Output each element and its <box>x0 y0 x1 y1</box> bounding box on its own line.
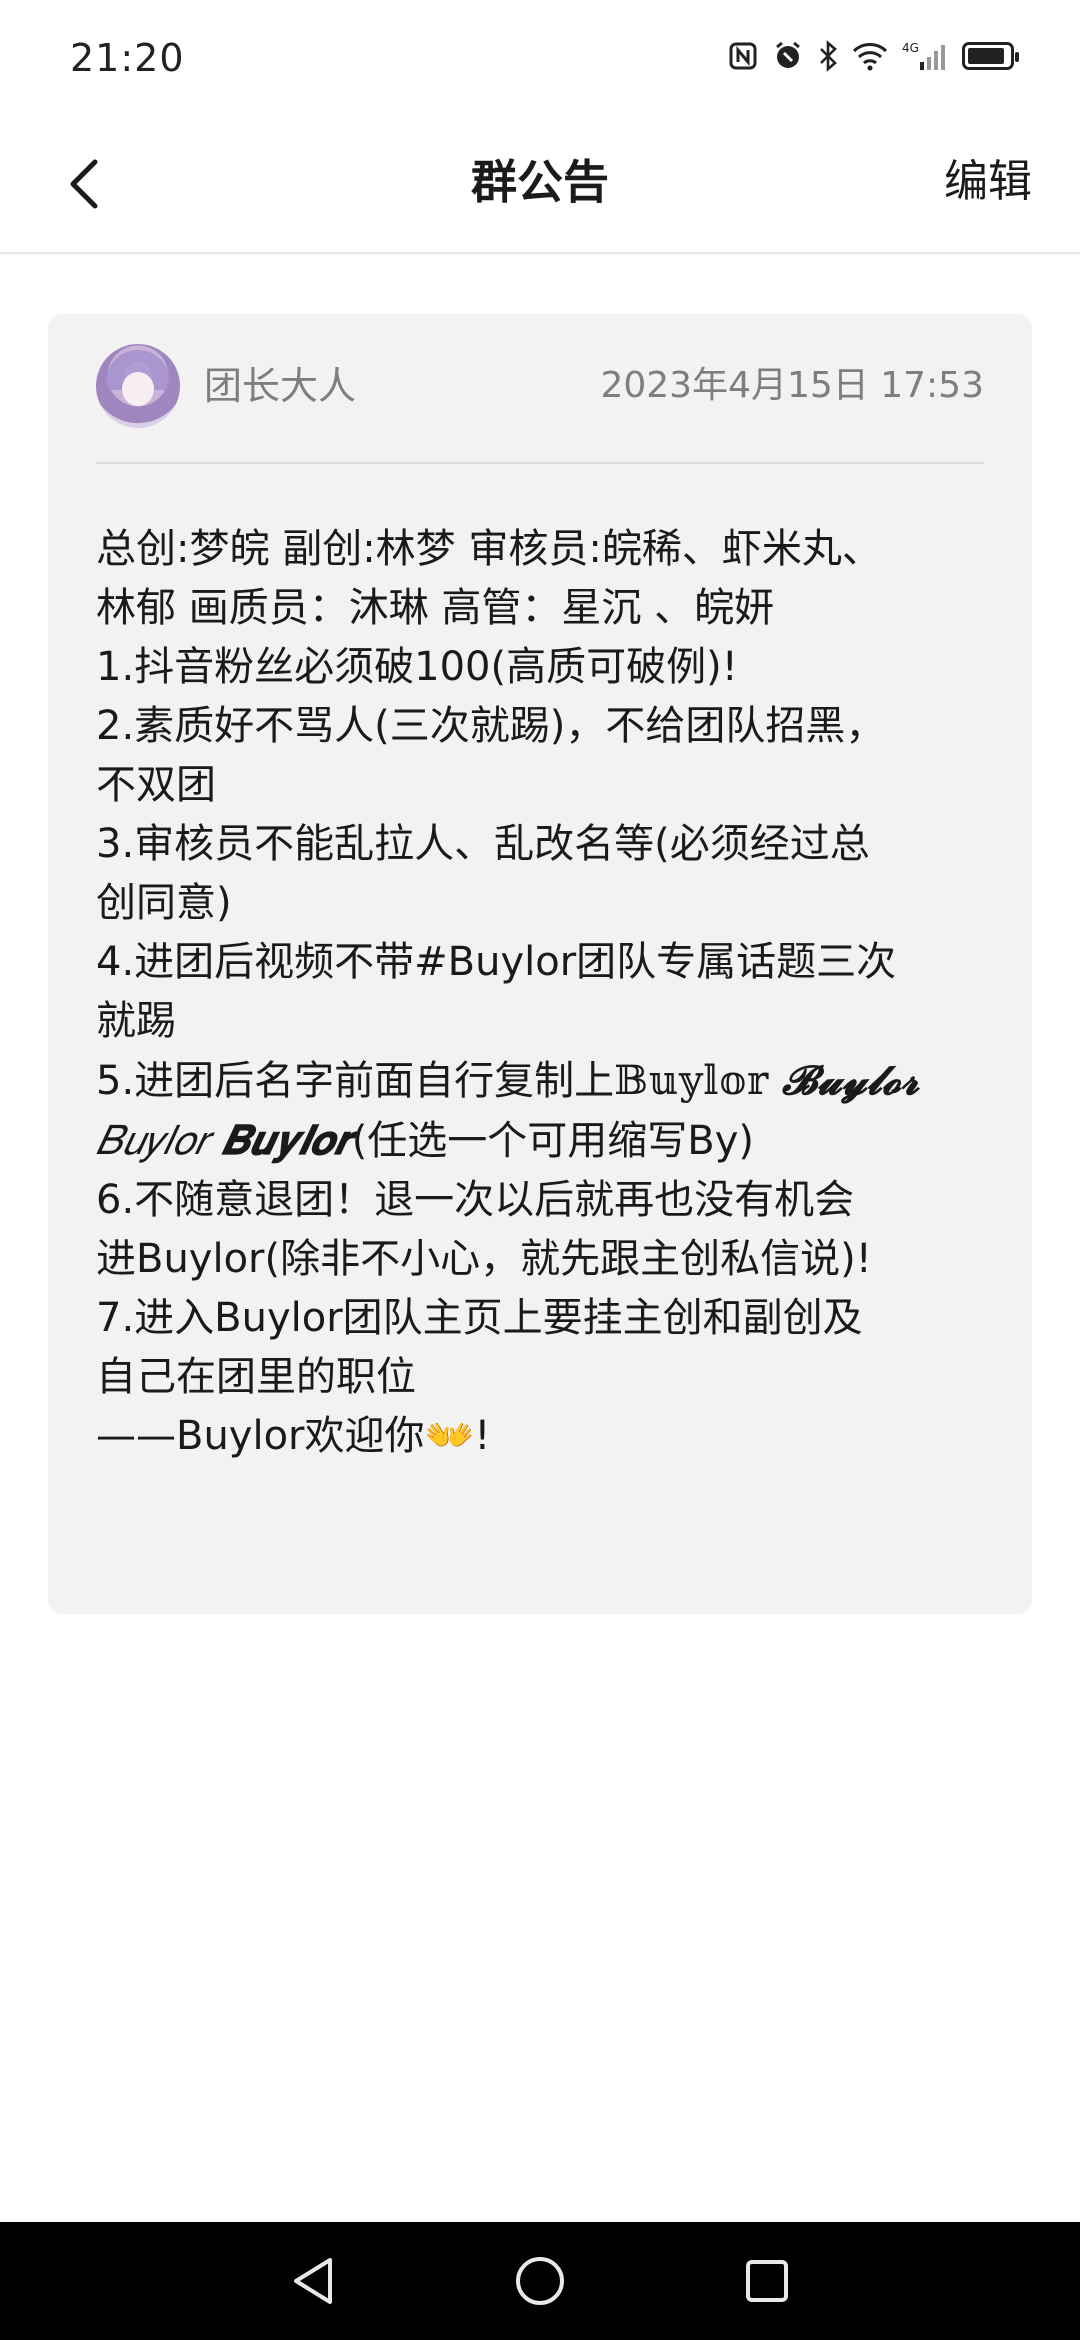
fancy-name-2: 𝓑𝓾𝔂𝓵𝓸𝓻 <box>781 1058 919 1103</box>
author-name: 团长大人 <box>204 364 357 408</box>
fancy-name-4: 𝑩𝒖𝒚𝒍𝒐𝒓 <box>221 1118 352 1163</box>
cellular-4g-icon: 4G <box>902 40 948 72</box>
network-type-label: 4G <box>902 41 919 55</box>
rule-5-suffix: (任选一个可用缩写By) <box>351 1118 755 1164</box>
post-timestamp: 2023年4月15日 17:53 <box>600 365 984 406</box>
bluetooth-icon <box>818 40 838 72</box>
square-recents-icon <box>745 2260 788 2302</box>
announcement-line: 2.素质好不骂人(三次就踢)，不给团队招黑， <box>96 703 886 749</box>
fancy-name-3: 𝐵𝑢𝑦𝑙𝑜𝑟 <box>96 1118 209 1163</box>
announcement-line-5a: 5.进团后名字前面自行复制上𝔹𝕦𝕪𝕝𝕠𝕣 𝓑𝓾𝔂𝓵𝓸𝓻 <box>96 1051 996 1111</box>
closing-suffix: ! <box>474 1413 491 1459</box>
announcement-line: 1.抖音粉丝必须破100(高质可破例)! <box>96 644 738 690</box>
nfc-icon <box>728 41 758 71</box>
announcement-line: 林郁 画质员：沐琳 高管：星沉 、皖妍 <box>96 585 775 631</box>
announcement-line: 7.进入Buylor团队主页上要挂主创和副创及 <box>96 1295 863 1341</box>
alarm-icon <box>772 40 804 72</box>
screen: 21:20 4G 群公告 编辑 团长大人 2023年4月15日 17:53 总创… <box>0 0 1080 2340</box>
announcement-line: 就踢 <box>96 998 176 1044</box>
rule-5-prefix: 5.进团后名字前面自行复制上 <box>96 1058 615 1104</box>
announcement-line: 6.不随意退团！退一次以后就再也没有机会 <box>96 1177 855 1223</box>
battery-icon <box>962 42 1019 70</box>
status-bar: 21:20 4G <box>0 0 1080 120</box>
announcement-line: 进Buylor(除非不小心，就先跟主创私信说)! <box>96 1236 872 1282</box>
author-row: 团长大人 2023年4月15日 17:53 <box>96 344 984 464</box>
circle-home-icon <box>515 2257 564 2305</box>
announcement-line-5b: 𝐵𝑢𝑦𝑙𝑜𝑟 𝑩𝒖𝒚𝒍𝒐𝒓(任选一个可用缩写By) <box>96 1111 996 1171</box>
announcement-line: 3.审核员不能乱拉人、乱改名等(必须经过总 <box>96 821 870 867</box>
system-nav-bar <box>0 2222 1080 2340</box>
announcement-line: 创同意) <box>96 880 232 926</box>
announcement-text: 总创:梦皖 副创:林梦 审核员:皖稀、虾米丸、 林郁 画质员：沐琳 高管：星沉 … <box>96 520 996 1466</box>
closing-text: ——Buylor欢迎你 <box>96 1413 425 1459</box>
wifi-icon <box>852 41 888 71</box>
edit-button[interactable]: 编辑 <box>944 134 1032 230</box>
announcement-line: 总创:梦皖 副创:林梦 审核员:皖稀、虾米丸、 <box>96 526 882 572</box>
title-bar: 群公告 编辑 <box>0 120 1080 254</box>
announcement-line: 自己在团里的职位 <box>96 1354 416 1400</box>
page-title: 群公告 <box>471 155 609 209</box>
nav-recents-button[interactable] <box>727 2241 807 2321</box>
announcement-line: 4.进团后视频不带#Buylor团队专属话题三次 <box>96 939 897 985</box>
status-time: 21:20 <box>70 36 185 80</box>
fancy-name-1: 𝔹𝕦𝕪𝕝𝕠𝕣 <box>614 1058 770 1104</box>
closing-line: ——Buylor欢迎你👐! <box>96 1407 996 1466</box>
nav-home-button[interactable] <box>500 2241 580 2321</box>
triangle-back-icon <box>294 2258 333 2304</box>
announcement-card: 团长大人 2023年4月15日 17:53 总创:梦皖 副创:林梦 审核员:皖稀… <box>48 314 1032 1614</box>
nav-back-button[interactable] <box>273 2241 353 2321</box>
avatar[interactable] <box>96 344 180 428</box>
open-hands-emoji-icon: 👐 <box>424 1413 475 1459</box>
announcement-line: 不双团 <box>96 762 216 808</box>
status-icons: 4G <box>728 40 1019 72</box>
